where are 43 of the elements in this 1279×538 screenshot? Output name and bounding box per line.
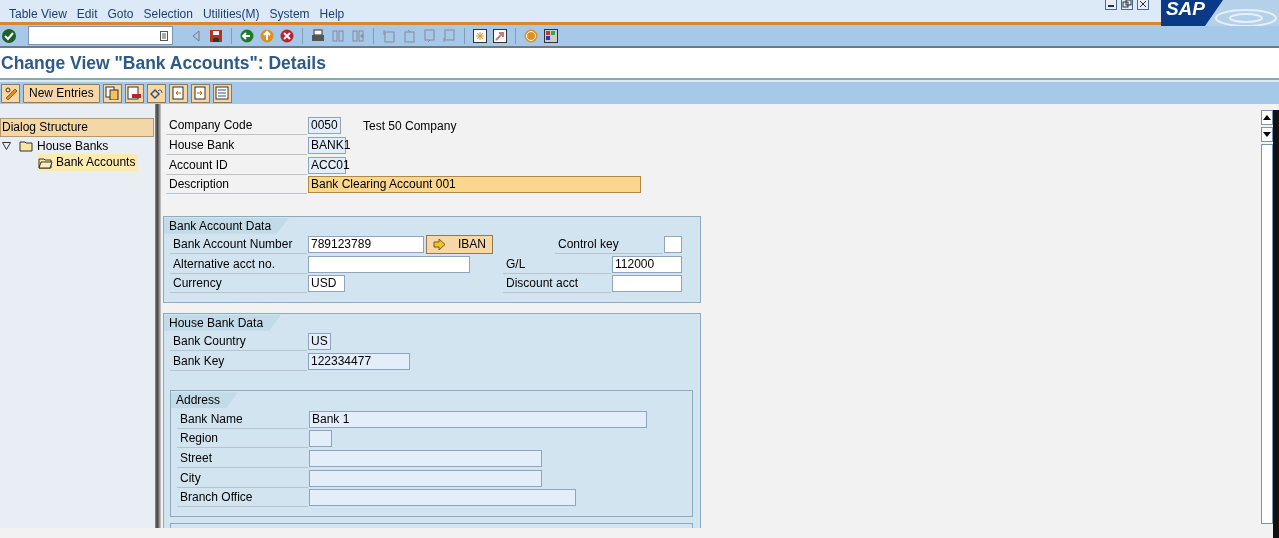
menu-item[interactable]: Help [314, 0, 350, 22]
field-label: Account ID [166, 155, 307, 175]
new-entries-button[interactable]: New Entries [23, 83, 100, 103]
input-field[interactable]: 0050 [308, 117, 341, 135]
iban-button[interactable]: IBAN [426, 235, 493, 255]
field-label: Branch Office [177, 488, 308, 508]
input-field[interactable]: 122334477 [308, 352, 410, 370]
field-label: Company Code [166, 116, 307, 136]
menu-item[interactable]: Selection [138, 0, 198, 22]
field-label: Region [177, 429, 308, 449]
field-label: Alternative acct no. [170, 254, 307, 274]
field-label: House Bank [166, 136, 307, 156]
field-label: Bank Key [170, 351, 307, 371]
tree-header: Dialog Structure [0, 118, 154, 137]
group-title: House Bank Data [164, 314, 282, 331]
menu-item[interactable]: Utilities(M) [197, 0, 265, 22]
input-field[interactable]: Bank 1 [309, 410, 647, 428]
input-field[interactable]: 112000 [612, 255, 682, 273]
field-label: Discount acct [503, 274, 611, 294]
group-title: Bank Account Data [164, 217, 290, 234]
group-title: Address [171, 392, 239, 409]
field-label: City [177, 468, 308, 488]
input-field[interactable]: 789123789 [308, 236, 424, 254]
field-label: Street [177, 448, 308, 468]
menu-item[interactable]: Goto [102, 0, 139, 22]
field-label: Bank Name [177, 409, 308, 429]
input-field[interactable]: USD [308, 275, 345, 293]
tree-node[interactable]: Bank Accounts [38, 154, 139, 171]
menu-item[interactable]: System [264, 0, 315, 22]
field-label: Currency [170, 274, 307, 294]
company-name: Test 50 Company [363, 117, 457, 135]
field-label: Bank Account Number [170, 235, 307, 255]
logo-text: SAP [1165, 0, 1205, 21]
input-field[interactable]: US [308, 333, 331, 351]
field-label: G/L [503, 254, 611, 274]
menu-item[interactable]: Table View [4, 0, 72, 22]
field-label: Bank Country [170, 332, 307, 352]
input-field[interactable]: Bank Clearing Account 001 [308, 176, 641, 194]
menu-item[interactable]: Edit [71, 0, 103, 22]
tree-node[interactable]: House Banks [2, 137, 112, 155]
screen-title: Change View "Bank Accounts": Details [0, 48, 1279, 80]
field-label: Control key [555, 235, 663, 255]
field-label: Description [166, 175, 307, 195]
